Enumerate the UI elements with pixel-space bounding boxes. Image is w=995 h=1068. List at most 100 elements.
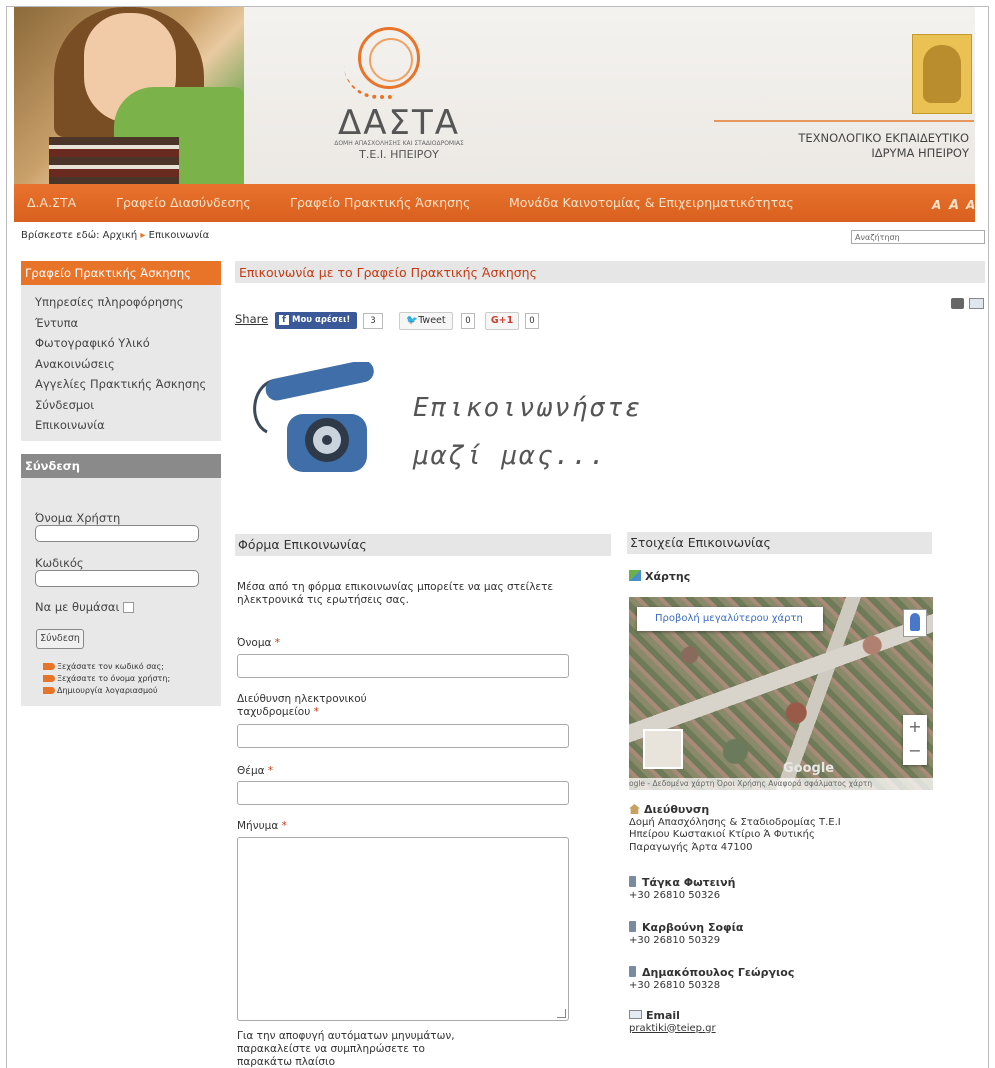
name-field[interactable] (237, 654, 569, 678)
twitter-icon: 🐦 (406, 315, 419, 326)
site-header: ΔΑΣΤΑ ΔΟΜΗ ΑΠΑΣΧΟΛΗΣΗΣ ΚΑΙ ΣΤΑΔΙΟΔΡΟΜΙΑΣ… (14, 7, 975, 184)
contact-person: Τάγκα Φωτεινή +30 26810 50326 (629, 876, 735, 902)
menu-item-links[interactable]: Σύνδεσμοι (35, 398, 221, 419)
contact-info-title: Στοιχεία Επικοινωνίας (630, 535, 771, 550)
street-view-pegman-icon[interactable] (903, 609, 927, 637)
email-block: Email praktiki@teiep.gr (629, 1009, 716, 1035)
nav-item-dasta[interactable]: Δ.Α.ΣΤΑ (27, 195, 76, 210)
create-account-link[interactable]: Δημιουργία λογαριασμού (43, 686, 158, 695)
address-title: Διεύθυνση (644, 803, 710, 816)
person-name: Καρβούνη Σοφία (642, 921, 744, 934)
menu-item-photos[interactable]: Φωτογραφικό Υλικό (35, 336, 221, 357)
menu-item-internship-ads[interactable]: Αγγελίες Πρακτικής Άσκησης (35, 377, 221, 398)
logo-subtitle-2: Τ.Ε.Ι. ΗΠΕΙΡΟΥ (359, 148, 439, 161)
remember-label: Να με θυμάσαι (35, 600, 120, 614)
view-larger-map-button[interactable]: Προβολή μεγαλύτερου χάρτη (637, 607, 823, 631)
address-line: Δομή Απασχόλησης & Σταδιοδρομίας Τ.Ε.Ι (629, 816, 841, 828)
address-line: Παραγωγής Άρτα 47100 (629, 841, 753, 853)
contact-person: Δημακόπουλος Γεώργιος +30 26810 50328 (629, 966, 794, 992)
forgot-username-link[interactable]: Ξεχάσατε το όνομα χρήστη; (43, 674, 170, 683)
phone-icon (629, 876, 636, 887)
zoom-out-button[interactable]: − (903, 739, 927, 763)
header-divider (714, 120, 974, 122)
facebook-count: 3 (363, 313, 383, 329)
share-link[interactable]: Share (235, 312, 268, 326)
person-name: Τάγκα Φωτεινή (642, 876, 736, 889)
address-line: Ηπείρου Κωστακιοί Κτίριο Ά Φυτικής (629, 829, 815, 840)
tweet-button[interactable]: 🐦Tweet (399, 312, 453, 330)
password-field[interactable] (35, 570, 199, 587)
header-photo (14, 7, 244, 184)
contact-form-title: Φόρμα Επικοινωνίας (238, 537, 367, 552)
font-size-decrease[interactable]: A (932, 198, 941, 212)
email-icon[interactable] (969, 298, 984, 309)
google-map[interactable]: Προβολή μεγαλύτερου χάρτη + − Google ogl… (629, 597, 933, 790)
message-label: Μήνυμα * (237, 820, 287, 832)
remember-checkbox[interactable] (123, 602, 135, 613)
contact-person: Καρβούνη Σοφία +30 26810 50329 (629, 921, 744, 947)
banner-text-line2: μαζί μας... (413, 441, 608, 471)
banner-text-line1: Επικοινωνήστε (413, 393, 643, 423)
subject-label: Θέμα * (237, 765, 274, 777)
nav-item-internship-office[interactable]: Γραφείο Πρακτικής Άσκησης (290, 195, 470, 210)
subject-field[interactable] (237, 781, 569, 805)
phone-icon (629, 921, 636, 932)
username-label: Όνομα Χρήστη (35, 511, 121, 525)
institution-name-line1: ΤΕΧΝΟΛΟΓΙΚΟ ΕΚΠΑΙΔΕΥΤΙΚΟ (798, 131, 969, 145)
map-heading: Χάρτης (629, 570, 690, 583)
email-label: Διεύθυνση ηλεκτρονικού ταχυδρομείου * (237, 693, 367, 718)
login-title: Σύνδεση (21, 454, 221, 478)
captcha-instructions: Για την αποφυγή αυτόματων μηνυμάτων, παρ… (237, 1030, 455, 1068)
map-icon (629, 570, 641, 581)
menu-item-contact[interactable]: Επικοινωνία (35, 418, 221, 439)
email-link[interactable]: praktiki@teiep.gr (629, 1023, 716, 1034)
remember-me[interactable]: Να με θυμάσαι (35, 600, 135, 614)
map-type-toggle[interactable] (643, 729, 683, 769)
logo-title[interactable]: ΔΑΣΤΑ (314, 103, 484, 143)
contact-info-title-bar: Στοιχεία Επικοινωνίας (627, 532, 932, 554)
map-footer[interactable]: ogle - Δεδομένα χάρτη Όροι Χρήσης Αναφορ… (629, 778, 933, 790)
breadcrumb-prefix: Βρίσκεστε εδώ: (21, 230, 100, 241)
person-phone: +30 26810 50326 (629, 889, 721, 901)
address-block: Διεύθυνση Δομή Απασχόλησης & Σταδιοδρομί… (629, 803, 841, 854)
person-phone: +30 26810 50328 (629, 979, 721, 991)
nav-item-liaison-office[interactable]: Γραφείο Διασύνδεσης (116, 195, 251, 210)
print-icon[interactable] (951, 298, 964, 309)
page-title-bar: Επικοινωνία με το Γραφείο Πρακτικής Άσκη… (235, 261, 985, 283)
menu-item-announcements[interactable]: Ανακοινώσεις (35, 357, 221, 378)
home-icon (629, 804, 640, 814)
email-field[interactable] (237, 724, 569, 748)
username-field[interactable] (35, 525, 199, 542)
resize-handle[interactable] (557, 1009, 566, 1018)
breadcrumb: Βρίσκεστε εδώ: Αρχική ▸ Επικοινωνία (21, 230, 209, 241)
google-logo: Google (783, 761, 835, 776)
facebook-like-button[interactable]: f Μου αρέσει! (275, 312, 357, 329)
forgot-password-link[interactable]: Ξεχάσατε τον κωδικό σας; (43, 662, 164, 671)
message-textarea[interactable] (237, 837, 569, 1021)
arrow-icon (43, 663, 55, 670)
institution-name-line2: ΙΔΡΥΜΑ ΗΠΕΙΡΟΥ (871, 146, 969, 160)
phone-icon (629, 966, 636, 977)
gplus-count: 0 (525, 313, 539, 329)
search-input[interactable]: Αναζήτηση (851, 230, 985, 244)
font-size-increase[interactable]: A (966, 198, 975, 212)
contact-form-title-bar: Φόρμα Επικοινωνίας (235, 534, 611, 556)
form-intro: Μέσα από τη φόρμα επικοινωνίας μπορείτε … (237, 581, 554, 606)
telephone-icon (253, 362, 374, 472)
zoom-in-button[interactable]: + (903, 715, 927, 739)
menu-item-info-services[interactable]: Υπηρεσίες πληροφόρησης (35, 295, 221, 316)
arrow-icon (43, 687, 55, 694)
nav-item-innovation-unit[interactable]: Μονάδα Καινοτομίας & Επιχειρηματικότητας (509, 195, 794, 210)
login-button[interactable]: Σύνδεση (36, 629, 84, 649)
main-nav: Δ.Α.ΣΤΑ Γραφείο Διασύνδεσης Γραφείο Πρακ… (14, 184, 975, 222)
menu-item-forms[interactable]: Έντυπα (35, 316, 221, 337)
font-size-reset[interactable]: A (949, 198, 959, 213)
arrow-icon (43, 675, 55, 682)
share-bar: Share f Μου αρέσει! 3 🐦Tweet 0 G+1 0 (235, 312, 565, 330)
password-label: Κωδικός (35, 556, 84, 570)
map-zoom-controls: + − (903, 715, 927, 765)
breadcrumb-home[interactable]: Αρχική (103, 230, 138, 241)
page-title: Επικοινωνία με το Γραφείο Πρακτικής Άσκη… (239, 265, 537, 280)
browser-page: ΔΑΣΤΑ ΔΟΜΗ ΑΠΑΣΧΟΛΗΣΗΣ ΚΑΙ ΣΤΑΔΙΟΔΡΟΜΙΑΣ… (6, 6, 989, 1068)
gplus-button[interactable]: G+1 (485, 312, 519, 330)
